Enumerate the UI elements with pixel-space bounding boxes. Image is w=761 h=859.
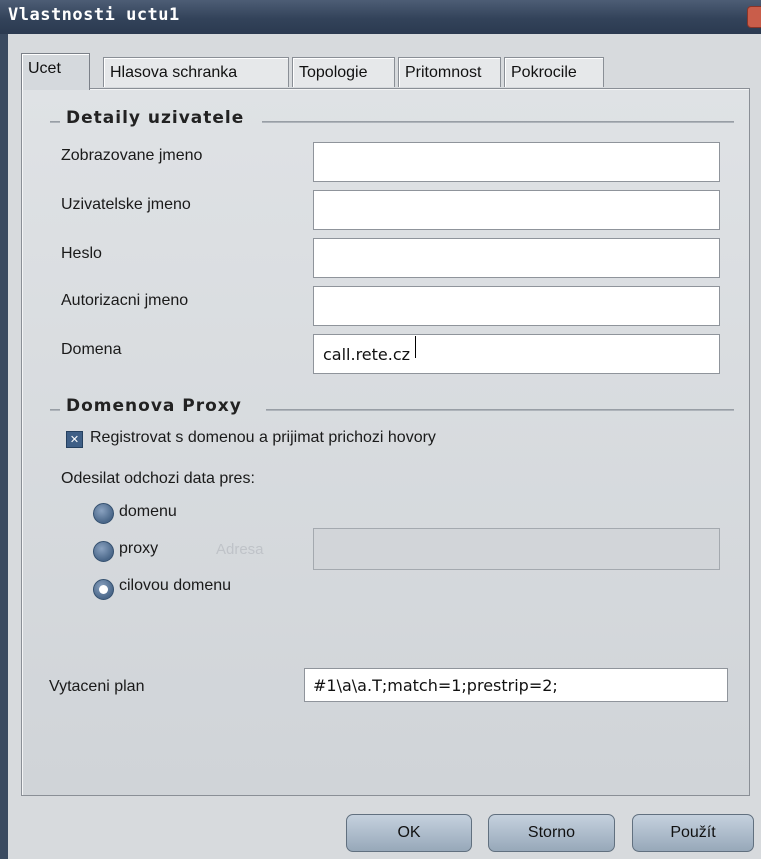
window-title: Vlastnosti uctu1 <box>8 5 180 25</box>
tab-pokrocile[interactable]: Pokrocile <box>504 57 604 87</box>
dial-plan-field[interactable] <box>304 668 728 702</box>
auth-name-field[interactable] <box>313 286 720 326</box>
section-divider <box>266 409 734 411</box>
section-divider <box>50 409 60 411</box>
close-icon[interactable] <box>747 6 761 28</box>
radio-cilovou-domenu-label[interactable]: cilovou domenu <box>119 577 231 595</box>
section-title-user-details: Detaily uzivatele <box>66 108 245 128</box>
domain-label: Domena <box>61 341 122 358</box>
window-frame <box>0 34 8 859</box>
password-label: Heslo <box>61 245 102 262</box>
tab-hlasova-schranka[interactable]: Hlasova schranka <box>103 57 289 87</box>
apply-button[interactable]: Použít <box>632 814 754 852</box>
auth-name-label: Autorizacni jmeno <box>61 292 189 309</box>
register-checkbox[interactable]: ✕ <box>66 431 83 448</box>
tab-pritomnost[interactable]: Pritomnost <box>398 57 501 87</box>
tab-ucet[interactable]: Ucet <box>21 53 90 90</box>
section-divider <box>50 121 60 123</box>
radio-proxy-label[interactable]: proxy <box>119 540 158 558</box>
domain-field[interactable] <box>313 334 720 374</box>
radio-proxy[interactable] <box>93 541 114 562</box>
display-name-field[interactable] <box>313 142 720 182</box>
text-cursor <box>415 336 416 358</box>
password-field[interactable] <box>313 238 720 278</box>
address-label: Adresa <box>216 541 264 558</box>
radio-cilovou-domenu[interactable] <box>93 579 114 600</box>
radio-domenu-label[interactable]: domenu <box>119 503 177 521</box>
section-divider <box>262 121 734 123</box>
tab-topologie[interactable]: Topologie <box>292 57 395 87</box>
ok-button[interactable]: OK <box>346 814 472 852</box>
username-field[interactable] <box>313 190 720 230</box>
radio-domenu[interactable] <box>93 503 114 524</box>
title-bar[interactable]: Vlastnosti uctu1 <box>0 0 761 34</box>
send-via-label: Odesilat odchozi data pres: <box>61 470 255 487</box>
username-label: Uzivatelske jmeno <box>61 196 191 213</box>
address-field[interactable] <box>313 528 720 570</box>
section-title-domain-proxy: Domenova Proxy <box>66 396 242 416</box>
display-name-label: Zobrazovane jmeno <box>61 147 203 164</box>
cancel-button[interactable]: Storno <box>488 814 615 852</box>
register-checkbox-label[interactable]: Registrovat s domenou a prijimat prichoz… <box>90 429 436 447</box>
dial-plan-label: Vytaceni plan <box>49 678 145 695</box>
